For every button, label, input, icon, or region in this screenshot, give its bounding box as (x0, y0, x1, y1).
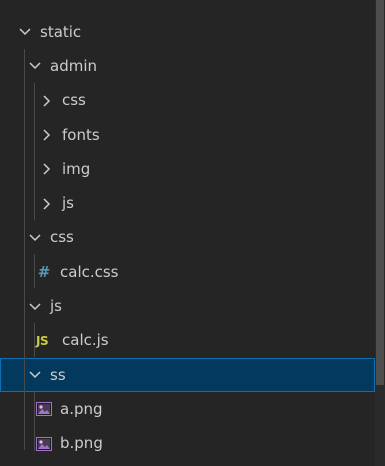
chevron-down-icon[interactable] (28, 368, 42, 382)
chevron-right-icon[interactable] (40, 162, 54, 176)
chevron-down-icon[interactable] (28, 231, 42, 245)
chevron-down-icon[interactable] (28, 300, 42, 314)
chevron-down-icon[interactable] (18, 25, 32, 39)
js-file-icon: JS (36, 333, 49, 348)
indent-guide (34, 83, 35, 220)
chevron-down-icon[interactable] (28, 59, 42, 73)
folder-row-admin-css[interactable]: css (0, 84, 375, 118)
file-explorer-tree: static admin css fonts img js css # calc… (0, 15, 375, 461)
chevron-right-icon[interactable] (40, 197, 54, 211)
folder-label: admin (50, 56, 97, 75)
folder-label: static (40, 22, 82, 41)
folder-row-ss[interactable]: ss (0, 357, 375, 393)
scrollbar-thumb[interactable] (376, 0, 384, 385)
folder-label: css (62, 91, 86, 110)
folder-row-admin-js[interactable]: js (0, 186, 375, 220)
file-row-calc-js[interactable]: JS calc.js (0, 324, 375, 358)
folder-row-admin-img[interactable]: img (0, 152, 375, 186)
file-label: a.png (60, 399, 103, 418)
folder-label: fonts (62, 125, 100, 144)
file-label: calc.css (60, 262, 119, 281)
file-label: calc.js (62, 331, 109, 350)
folder-label: ss (50, 365, 66, 384)
indent-guide (34, 391, 35, 451)
folder-label: js (50, 297, 62, 316)
folder-row-css[interactable]: css (0, 221, 375, 255)
folder-row-js[interactable]: js (0, 289, 375, 323)
file-row-b-png[interactable]: b.png (0, 427, 375, 461)
image-file-icon (36, 436, 52, 451)
folder-label: img (62, 159, 91, 178)
folder-label: js (62, 194, 74, 213)
css-file-icon: # (37, 263, 51, 282)
file-row-a-png[interactable]: a.png (0, 392, 375, 426)
file-row-calc-css[interactable]: # calc.css (0, 255, 375, 289)
chevron-right-icon[interactable] (40, 128, 54, 142)
indent-guide (24, 49, 25, 450)
folder-label: css (50, 228, 74, 247)
indent-guide (34, 323, 35, 357)
file-label: b.png (60, 434, 103, 453)
chevron-right-icon[interactable] (40, 94, 54, 108)
indent-guide (34, 254, 35, 288)
folder-row-admin[interactable]: admin (0, 49, 375, 83)
folder-row-admin-fonts[interactable]: fonts (0, 118, 375, 152)
image-file-icon (36, 402, 52, 417)
folder-row-static[interactable]: static (0, 15, 375, 49)
